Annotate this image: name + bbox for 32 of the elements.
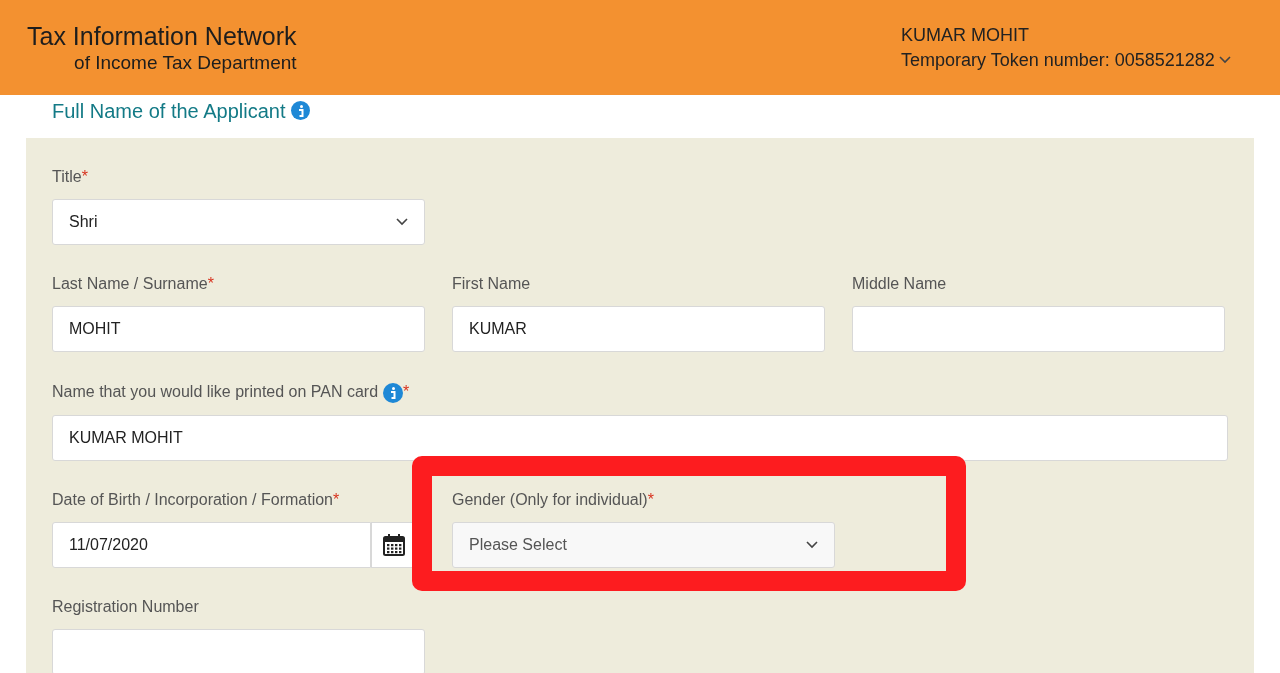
input-field[interactable] — [852, 306, 1225, 352]
info-icon[interactable] — [291, 101, 311, 120]
field-label: First Name — [452, 274, 531, 294]
required-mark: * — [403, 382, 410, 402]
required-mark: * — [207, 274, 214, 294]
required-mark: * — [647, 490, 654, 510]
field-label: Name that you would like printed on PAN card — [52, 382, 379, 402]
user-name: KUMAR MOHIT — [901, 24, 1030, 46]
field-label: Date of Birth / Incorporation / Formation — [52, 490, 333, 510]
chevron-down-icon — [1218, 56, 1231, 64]
input-field[interactable]: MOHIT — [52, 306, 425, 352]
token-number: Temporary Token number: 0058521282 — [901, 49, 1215, 71]
field-label: Registration Number — [52, 597, 199, 617]
info-icon[interactable] — [383, 383, 404, 403]
field-label: Middle Name — [852, 274, 947, 294]
date-field[interactable]: 11/07/2020 — [52, 522, 371, 568]
select-field[interactable]: Please Select — [452, 522, 835, 568]
section-title: Full Name of the Applicant — [52, 99, 286, 123]
chevron-down-icon — [396, 218, 408, 226]
field-label: Gender (Only for individual) — [452, 490, 648, 510]
calendar-icon — [382, 534, 405, 556]
logo-subtitle: of Income Tax Department — [74, 50, 297, 74]
input-field[interactable]: KUMAR MOHIT — [52, 415, 1228, 461]
logo-title: Tax Information Network — [27, 21, 297, 51]
required-mark: * — [81, 167, 88, 187]
select-field[interactable]: Shri — [52, 199, 425, 245]
field-label: Last Name / Surname — [52, 274, 208, 294]
field-label: Title — [52, 167, 82, 187]
input-field[interactable] — [52, 629, 425, 673]
chevron-down-icon — [806, 541, 818, 549]
required-mark: * — [333, 490, 340, 510]
input-field[interactable]: KUMAR — [452, 306, 825, 352]
